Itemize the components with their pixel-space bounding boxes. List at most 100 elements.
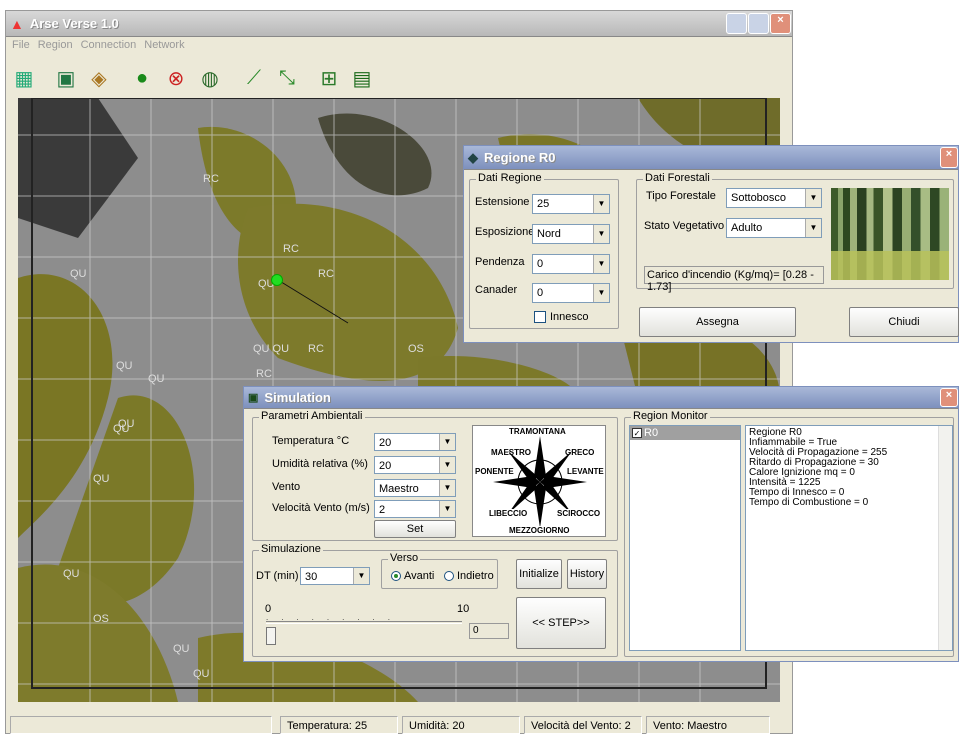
chevron-down-icon[interactable]: ▼	[805, 219, 821, 237]
estensione-value: 25	[537, 198, 550, 210]
chart-icon[interactable]: ▤	[348, 64, 376, 92]
details-scrollbar[interactable]	[938, 426, 952, 650]
dt-label: DT (min)	[256, 570, 299, 582]
velocita-label: Velocità Vento (m/s)	[272, 502, 370, 514]
regione-close-button[interactable]: ×	[940, 147, 958, 168]
chevron-down-icon[interactable]: ▼	[593, 255, 609, 273]
network-icon[interactable]: ⊞	[315, 64, 343, 92]
vento-value: Maestro	[379, 483, 419, 495]
chevron-down-icon[interactable]: ▼	[439, 480, 455, 496]
wind-compass: TRAMONTANA MAESTRO GRECO PONENTE LEVANTE…	[472, 425, 606, 537]
globe-icon[interactable]: ◍	[196, 64, 224, 92]
compass-west: PONENTE	[475, 467, 514, 476]
map-label: QU	[118, 418, 135, 430]
pendenza-value: 0	[537, 258, 544, 270]
map-label: QU	[63, 568, 80, 580]
indietro-radio[interactable]	[444, 571, 454, 581]
assegna-button[interactable]: Assegna	[639, 307, 796, 337]
dt-value: 30	[305, 571, 318, 583]
set-label: Set	[406, 523, 424, 535]
chevron-down-icon[interactable]: ▼	[593, 195, 609, 213]
checkbox-checked-icon[interactable]: ✓	[632, 428, 642, 438]
app-title: Arse Verse 1.0	[29, 16, 119, 31]
open-map-icon[interactable]: ◈	[85, 64, 113, 92]
main-title-bar: ▲ Arse Verse 1.0	[6, 11, 792, 37]
add-connection-icon[interactable]: ⟋	[240, 64, 268, 92]
map-label: RC	[203, 173, 219, 185]
assegna-label: Assegna	[696, 316, 739, 328]
umidita-label: Umidità relativa (%)	[272, 458, 368, 470]
umidita-select[interactable]: 20 ▼	[374, 456, 456, 474]
step-label: << STEP>>	[532, 617, 590, 629]
remove-connection-icon[interactable]: ⤡	[273, 64, 301, 92]
simulation-close-button[interactable]: ×	[940, 388, 958, 407]
set-button[interactable]: Set	[374, 520, 456, 538]
map-label: RC	[256, 368, 272, 380]
region-icon: ◆	[468, 149, 478, 165]
save-map-icon[interactable]: ▣	[52, 64, 80, 92]
app-logo-icon: ▲	[10, 15, 24, 32]
avanti-radio[interactable]	[391, 571, 401, 581]
minimize-button[interactable]	[726, 13, 747, 34]
region-list-item-label: R0	[644, 427, 659, 439]
canader-label: Canader	[475, 284, 518, 296]
chevron-down-icon[interactable]: ▼	[805, 189, 821, 207]
innesco-checkbox[interactable]	[534, 311, 546, 323]
tipo-forestale-select[interactable]: Sottobosco ▼	[726, 188, 822, 208]
chevron-down-icon[interactable]: ▼	[439, 434, 455, 450]
region-list[interactable]: ✓ R0	[629, 425, 741, 651]
chevron-down-icon[interactable]: ▼	[439, 501, 455, 517]
velocita-select[interactable]: 2 ▼	[374, 500, 456, 518]
region-list-item[interactable]: ✓ R0	[630, 426, 740, 440]
map-label: QU	[148, 373, 165, 385]
dt-select[interactable]: 30 ▼	[300, 567, 370, 585]
step-slider-thumb[interactable]	[266, 627, 276, 645]
initialize-button[interactable]: Initialize	[516, 559, 562, 589]
step-button[interactable]: << STEP>>	[516, 597, 606, 649]
maximize-button[interactable]	[748, 13, 769, 34]
add-node-icon[interactable]: ●	[128, 64, 156, 92]
stato-vegetativo-select[interactable]: Adulto ▼	[726, 218, 822, 238]
remove-node-icon[interactable]: ⊗	[162, 64, 190, 92]
innesco-label: Innesco	[550, 311, 589, 323]
status-temperature: Temperatura: 25	[280, 716, 398, 734]
esposizione-select[interactable]: Nord ▼	[532, 224, 610, 244]
simulation-icon: ▣	[248, 392, 259, 404]
chevron-down-icon[interactable]: ▼	[593, 225, 609, 243]
history-label: History	[569, 568, 605, 580]
compass-east: LEVANTE	[567, 467, 604, 476]
menu-network[interactable]: Network	[144, 39, 184, 51]
history-button[interactable]: History	[567, 559, 607, 589]
grid-tool-icon[interactable]: ▦	[10, 64, 38, 92]
menu-file[interactable]: File	[12, 39, 30, 51]
tipo-forestale-label: Tipo Forestale	[646, 190, 716, 202]
velocita-value: 2	[379, 504, 386, 516]
compass-ne: GRECO	[565, 448, 595, 457]
canader-select[interactable]: 0 ▼	[532, 283, 610, 303]
pendenza-select[interactable]: 0 ▼	[532, 254, 610, 274]
vento-select[interactable]: Maestro ▼	[374, 479, 456, 497]
temperatura-select[interactable]: 20 ▼	[374, 433, 456, 451]
map-label: OS	[93, 613, 109, 625]
menu-region[interactable]: Region	[38, 39, 73, 51]
chevron-down-icon[interactable]: ▼	[439, 457, 455, 473]
region-node-r0[interactable]	[271, 274, 283, 286]
stato-vegetativo-value: Adulto	[731, 222, 763, 234]
step-value: 0	[473, 625, 479, 636]
close-button[interactable]: ×	[770, 13, 791, 34]
map-label: QU	[70, 268, 87, 280]
compass-se: SCIROCCO	[557, 509, 601, 518]
map-label: QU	[116, 360, 133, 372]
chevron-down-icon[interactable]: ▼	[593, 284, 609, 302]
status-wind-speed: Velocità del Vento: 2	[524, 716, 642, 734]
chiudi-button[interactable]: Chiudi	[849, 307, 959, 337]
estensione-select[interactable]: 25 ▼	[532, 194, 610, 214]
compass-south: MEZZOGIORNO	[509, 526, 570, 535]
chevron-down-icon[interactable]: ▼	[353, 568, 369, 584]
parametri-legend: Parametri Ambientali	[259, 410, 365, 422]
umidita-value: 20	[379, 460, 392, 472]
map-label: QU	[173, 643, 190, 655]
tipo-forestale-value: Sottobosco	[731, 192, 787, 204]
regione-title: Regione R0	[484, 150, 556, 165]
menu-connection[interactable]: Connection	[81, 39, 137, 51]
